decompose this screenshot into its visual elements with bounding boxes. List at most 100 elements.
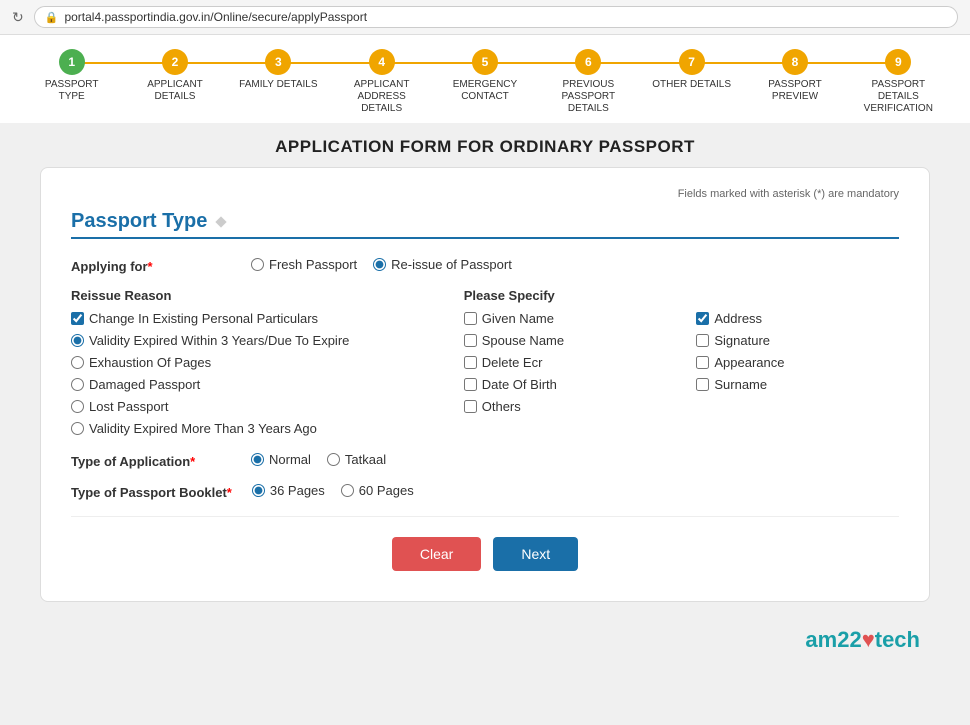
browser-bar: ↻ 🔒 portal4.passportindia.gov.in/Online/… <box>0 0 970 35</box>
reason-options-list: Change In Existing Personal Particulars … <box>71 311 434 436</box>
button-row: Clear Next <box>71 516 899 571</box>
step-5[interactable]: 5 EMERGENCY CONTACT <box>433 49 536 103</box>
reason-validity-3-radio[interactable] <box>71 334 84 347</box>
specify-surname[interactable]: Surname <box>696 377 899 392</box>
specify-given-name-checkbox[interactable] <box>464 312 477 325</box>
step-circle-2: 2 <box>162 49 188 75</box>
reason-column: Reissue Reason Change In Existing Person… <box>71 288 434 436</box>
step-label-3: FAMILY DETAILS <box>239 79 317 91</box>
step-9[interactable]: 9 PASSPORT DETAILS VERIFICATION <box>847 49 950 115</box>
reason-validity-more-radio[interactable] <box>71 422 84 435</box>
reason-change-personal[interactable]: Change In Existing Personal Particulars <box>71 311 434 326</box>
normal-label: Normal <box>269 452 311 467</box>
application-type-options: Normal Tatkaal <box>251 452 386 467</box>
brand-watermark: am22♥tech <box>805 627 920 653</box>
pages-36-label: 36 Pages <box>270 483 325 498</box>
step-circle-3: 3 <box>265 49 291 75</box>
reason-exhaustion-radio[interactable] <box>71 356 84 369</box>
specify-delete-ecr-checkbox[interactable] <box>464 356 477 369</box>
step-label-8: PASSPORT PREVIEW <box>755 79 835 103</box>
applying-for-row: Applying for* Fresh Passport Re-issue of… <box>71 257 899 274</box>
passport-booklet-row: Type of Passport Booklet* 36 Pages 60 Pa… <box>71 483 899 500</box>
url-text: portal4.passportindia.gov.in/Online/secu… <box>64 10 367 24</box>
tatkaal-label: Tatkaal <box>345 452 386 467</box>
applying-for-options: Fresh Passport Re-issue of Passport <box>251 257 512 272</box>
step-circle-9: 9 <box>885 49 911 75</box>
pages-36-radio[interactable] <box>252 484 265 497</box>
step-label-4: APPLICANT ADDRESS DETAILS <box>342 79 422 115</box>
reason-damaged[interactable]: Damaged Passport <box>71 377 434 392</box>
pages-60-radio[interactable] <box>341 484 354 497</box>
section-divider <box>71 237 899 239</box>
progress-steps: 1 PASSPORT TYPE 2 APPLICANT DETAILS 3 FA… <box>0 35 970 123</box>
step-4[interactable]: 4 APPLICANT ADDRESS DETAILS <box>330 49 433 115</box>
specify-grid: Given Name Address Spouse Name <box>464 311 899 414</box>
reason-lost-radio[interactable] <box>71 400 84 413</box>
fresh-passport-option[interactable]: Fresh Passport <box>251 257 357 272</box>
step-7[interactable]: 7 OTHER DETAILS <box>640 49 743 91</box>
step-label-7: OTHER DETAILS <box>652 79 731 91</box>
step-circle-4: 4 <box>369 49 395 75</box>
page-title: APPLICATION FORM FOR ORDINARY PASSPORT <box>0 123 970 167</box>
step-6[interactable]: 6 PREVIOUS PASSPORT DETAILS <box>537 49 640 115</box>
specify-address[interactable]: Address <box>696 311 899 326</box>
heart-icon: ♥ <box>862 627 875 652</box>
specify-spouse-name[interactable]: Spouse Name <box>464 333 667 348</box>
reason-validity-3[interactable]: Validity Expired Within 3 Years/Due To E… <box>71 333 434 348</box>
specify-spouse-name-checkbox[interactable] <box>464 334 477 347</box>
tatkaal-radio[interactable] <box>327 453 340 466</box>
pages-60-option[interactable]: 60 Pages <box>341 483 414 498</box>
reason-damaged-radio[interactable] <box>71 378 84 391</box>
specify-others-checkbox[interactable] <box>464 400 477 413</box>
clear-button[interactable]: Clear <box>392 537 481 571</box>
specify-date-of-birth-checkbox[interactable] <box>464 378 477 391</box>
step-circle-6: 6 <box>575 49 601 75</box>
step-circle-7: 7 <box>679 49 705 75</box>
refresh-icon[interactable]: ↻ <box>12 9 24 26</box>
specify-surname-checkbox[interactable] <box>696 378 709 391</box>
reissue-passport-label: Re-issue of Passport <box>391 257 512 272</box>
step-label-1: PASSPORT TYPE <box>32 79 112 103</box>
specify-others[interactable]: Others <box>464 399 667 414</box>
specify-column: Please Specify Given Name Address <box>464 288 899 436</box>
specify-appearance[interactable]: Appearance <box>696 355 899 370</box>
reissue-passport-option[interactable]: Re-issue of Passport <box>373 257 512 272</box>
step-circle-8: 8 <box>782 49 808 75</box>
step-3[interactable]: 3 FAMILY DETAILS <box>227 49 330 91</box>
fresh-passport-radio[interactable] <box>251 258 264 271</box>
step-label-9: PASSPORT DETAILS VERIFICATION <box>858 79 938 115</box>
next-button[interactable]: Next <box>493 537 578 571</box>
step-8[interactable]: 8 PASSPORT PREVIEW <box>743 49 846 103</box>
reason-change-personal-checkbox[interactable] <box>71 312 84 325</box>
pages-60-label: 60 Pages <box>359 483 414 498</box>
specify-address-checkbox[interactable] <box>696 312 709 325</box>
form-card: Fields marked with asterisk (*) are mand… <box>40 167 930 602</box>
step-1[interactable]: 1 PASSPORT TYPE <box>20 49 123 103</box>
specify-date-of-birth[interactable]: Date Of Birth <box>464 377 667 392</box>
specify-given-name[interactable]: Given Name <box>464 311 667 326</box>
normal-option[interactable]: Normal <box>251 452 311 467</box>
reissue-section: Reissue Reason Change In Existing Person… <box>71 288 899 436</box>
specify-delete-ecr[interactable]: Delete Ecr <box>464 355 667 370</box>
reissue-passport-radio[interactable] <box>373 258 386 271</box>
step-2[interactable]: 2 APPLICANT DETAILS <box>123 49 226 103</box>
reissue-reason-heading: Reissue Reason <box>71 288 434 303</box>
tatkaal-option[interactable]: Tatkaal <box>327 452 386 467</box>
diamond-icon <box>215 216 226 227</box>
url-bar[interactable]: 🔒 portal4.passportindia.gov.in/Online/se… <box>34 6 958 28</box>
specify-signature-checkbox[interactable] <box>696 334 709 347</box>
section-title: Passport Type <box>71 210 899 233</box>
type-application-label: Type of Application* <box>71 452 231 469</box>
passport-booklet-label: Type of Passport Booklet* <box>71 483 232 500</box>
specify-signature[interactable]: Signature <box>696 333 899 348</box>
applying-for-label: Applying for* <box>71 257 231 274</box>
reason-validity-more[interactable]: Validity Expired More Than 3 Years Ago <box>71 421 434 436</box>
specify-appearance-checkbox[interactable] <box>696 356 709 369</box>
reason-exhaustion[interactable]: Exhaustion Of Pages <box>71 355 434 370</box>
step-label-5: EMERGENCY CONTACT <box>445 79 525 103</box>
step-label-6: PREVIOUS PASSPORT DETAILS <box>548 79 628 115</box>
reason-lost[interactable]: Lost Passport <box>71 399 434 414</box>
booklet-type-options: 36 Pages 60 Pages <box>252 483 414 498</box>
pages-36-option[interactable]: 36 Pages <box>252 483 325 498</box>
normal-radio[interactable] <box>251 453 264 466</box>
